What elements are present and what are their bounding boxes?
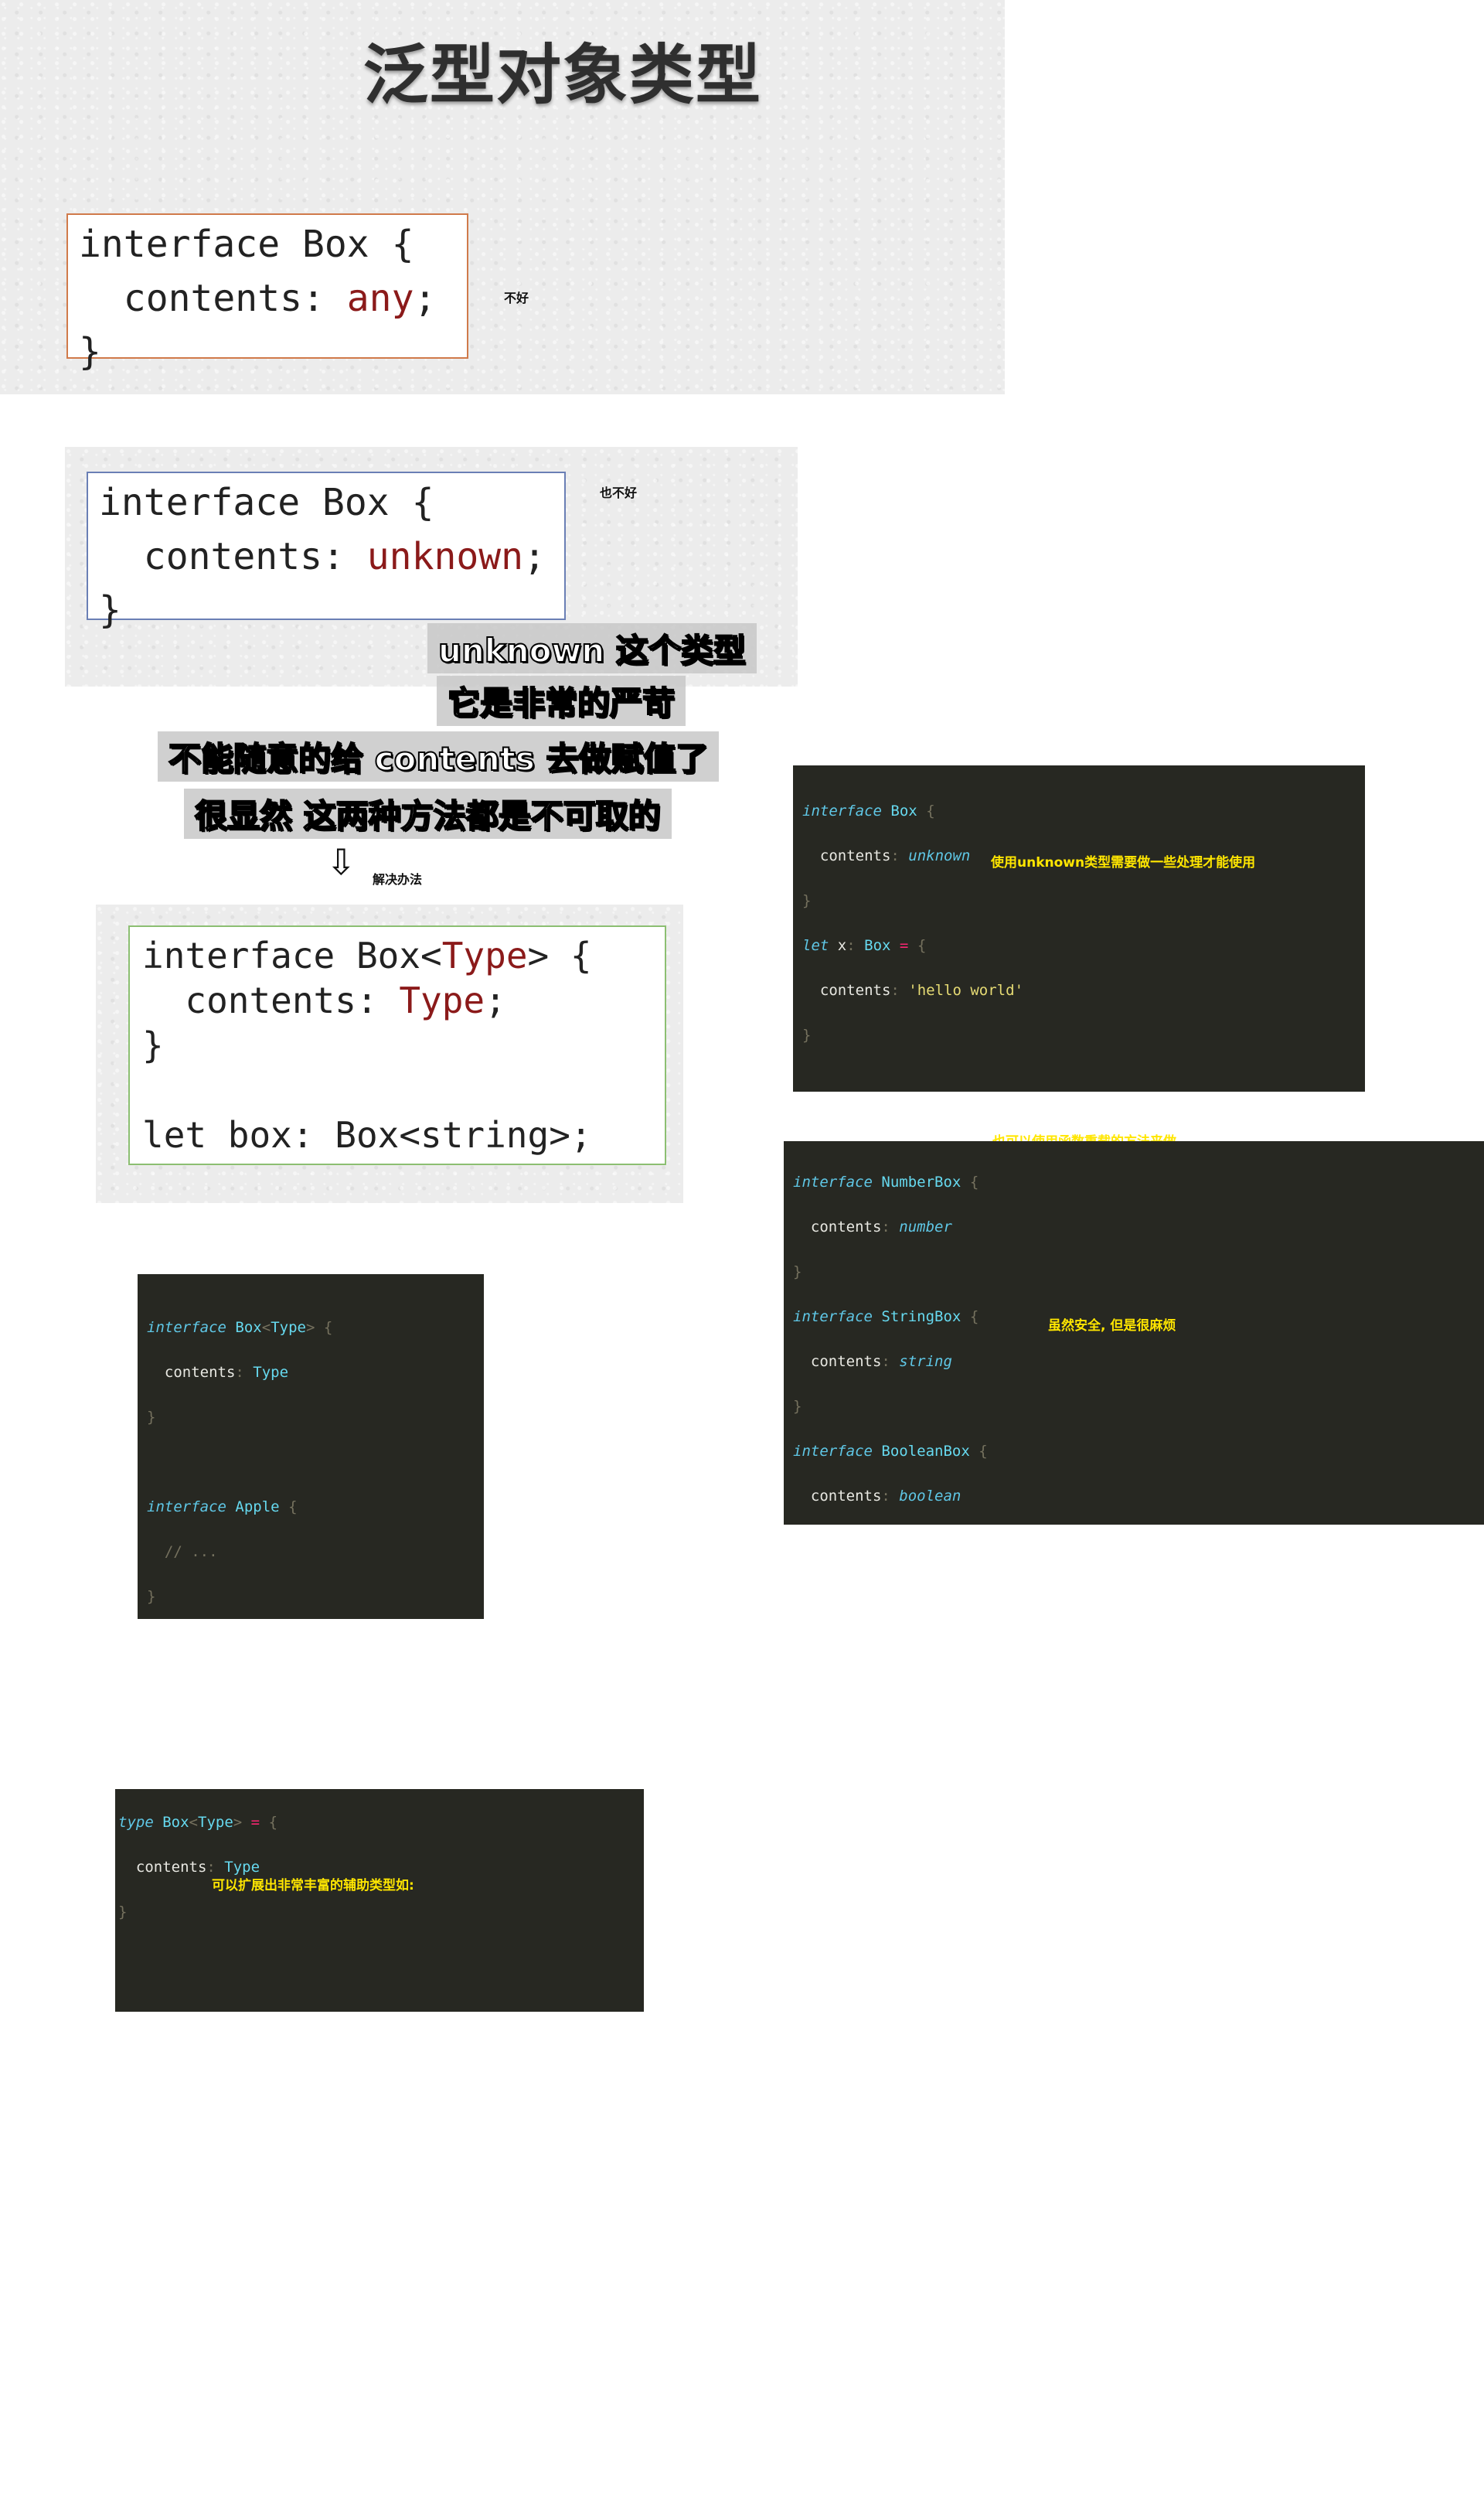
- generic-line-2b: ;: [485, 980, 506, 1021]
- code-line: }: [147, 1409, 156, 1426]
- editor-panel-helpers: type Box<Type> = { contents: Type } type…: [115, 1789, 644, 2012]
- code-line: interface Box {: [802, 803, 935, 820]
- generic-line-5: let box: Box<string>;: [142, 1114, 592, 1156]
- code-line-1: interface Box {: [79, 223, 414, 266]
- code-line: }: [793, 1263, 802, 1280]
- code-line-2: contents:: [99, 534, 367, 578]
- code-line-1: interface Box {: [99, 481, 434, 524]
- code-line: interface Box<Type> {: [147, 1319, 333, 1336]
- code-line: contents: boolean: [793, 1488, 962, 1505]
- subtitle-3: 不能随意的给 contents 去做赋值了: [158, 731, 720, 782]
- code-line-2: contents:: [79, 276, 347, 320]
- subtitle-2: 它是非常的严苛: [437, 676, 686, 726]
- type-param: Type: [399, 980, 485, 1021]
- generic-line-3: }: [142, 1024, 164, 1066]
- code-box-any: interface Box { contents: any; }: [66, 213, 468, 373]
- code-line: interface NumberBox {: [793, 1174, 979, 1191]
- generic-line-2a: contents:: [142, 980, 400, 1021]
- note-unknown-handling: 使用unknown类型需要做一些处理才能使用: [991, 855, 1256, 871]
- generic-line-1b: > {: [527, 935, 592, 976]
- code-line: contents: 'hello world': [802, 982, 1024, 999]
- code-line: }: [802, 1027, 812, 1044]
- semicolon: ;: [414, 276, 437, 320]
- note-safe-but-tedious: 虽然安全, 但是很麻烦: [1048, 1318, 1176, 1334]
- code-line: }: [802, 892, 812, 909]
- code-line: }: [147, 1588, 156, 1605]
- down-arrow-icon: ⇩: [326, 841, 356, 883]
- code-line: contents: string: [793, 1353, 952, 1370]
- note-solution: 解决办法: [373, 872, 423, 887]
- subtitle-4: 很显然 这两种方法都是不可取的: [184, 789, 672, 839]
- subtitle-1: unknown 这个类型: [427, 623, 757, 673]
- code-line: contents: number: [793, 1218, 952, 1235]
- editor-panel-unknown: interface Box { contents: unknown } let …: [793, 765, 1365, 1092]
- code-line: contents: Type: [147, 1364, 289, 1381]
- code-box-unknown: interface Box { contents: unknown; }: [87, 472, 566, 632]
- note-also-not-good: 也不好: [600, 486, 638, 500]
- code-line: // ...: [164, 1543, 218, 1560]
- code-line: }: [793, 1398, 802, 1415]
- semicolon: ;: [523, 534, 546, 578]
- type-param: Type: [441, 935, 528, 976]
- any-keyword: any: [346, 276, 414, 320]
- unknown-keyword: unknown: [366, 534, 524, 578]
- editor-panel-apple: interface Box<Type> { contents: Type } i…: [138, 1274, 484, 1619]
- code-line: interface BooleanBox {: [793, 1443, 988, 1460]
- code-line-3: }: [99, 588, 121, 632]
- note-not-good: 不好: [504, 291, 529, 305]
- code-line-3: }: [79, 330, 101, 374]
- page-title: 泛型对象类型: [363, 37, 763, 113]
- code-line: interface Apple {: [147, 1498, 298, 1515]
- note-helper-types: 可以扩展出非常丰富的辅助类型如:: [212, 1878, 414, 1893]
- code-line: type Box<Type> = {: [118, 1814, 278, 1831]
- code-line: let x: Box = {: [802, 937, 927, 954]
- code-box-generic: interface Box<Type> { contents: Type; } …: [128, 925, 666, 1165]
- generic-line-1a: interface Box<: [142, 935, 442, 976]
- code-line: }: [118, 1903, 128, 1920]
